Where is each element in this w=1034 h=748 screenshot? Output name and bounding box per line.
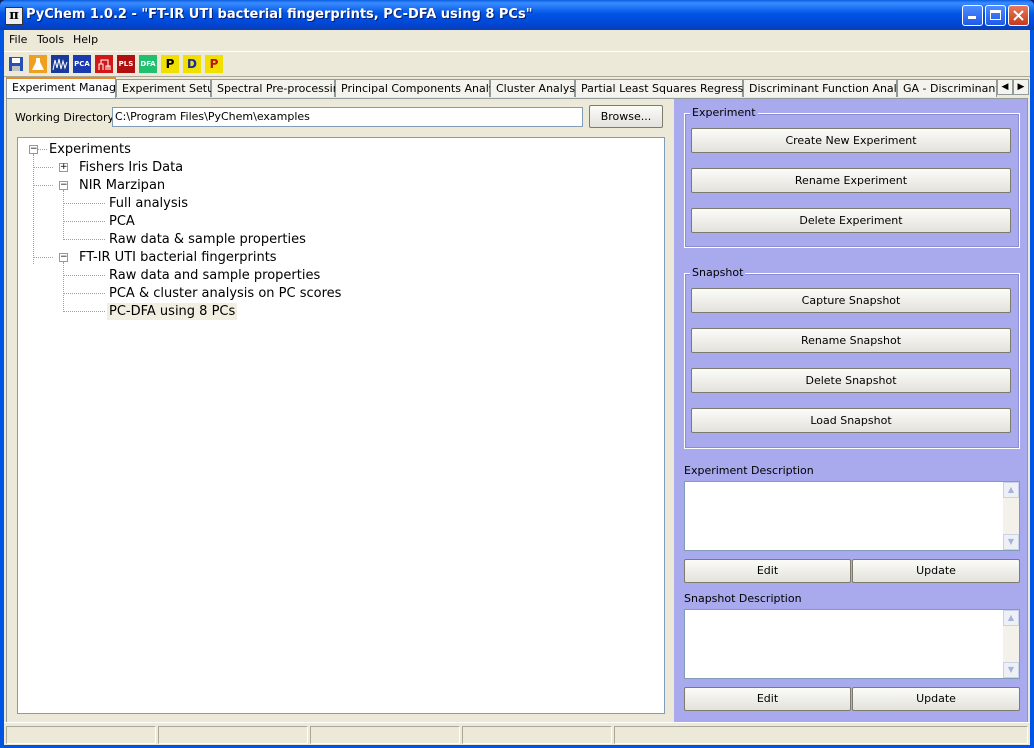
scroll-down-icon[interactable]: ▼ [1003, 662, 1019, 678]
browse-button[interactable]: Browse... [589, 105, 663, 128]
dfa-icon[interactable]: DFA [139, 55, 157, 73]
pls-icon[interactable]: PLS [117, 55, 135, 73]
close-icon [1013, 10, 1024, 21]
cluster-icon[interactable] [95, 55, 113, 73]
delete-experiment-button[interactable]: Delete Experiment [691, 208, 1011, 233]
tree-node-raw-data-ftir[interactable]: Raw data and sample properties [109, 267, 320, 284]
create-new-experiment-button[interactable]: Create New Experiment [691, 128, 1011, 153]
experiment-manager-page: Working Directory C:\Program Files\PyChe… [6, 98, 1028, 738]
tab-cluster-analysis[interactable]: Cluster Analysis [490, 79, 584, 97]
scroll-up-icon[interactable]: ▲ [1003, 482, 1019, 498]
maximize-icon [990, 10, 1001, 20]
spectra-icon[interactable] [51, 55, 69, 73]
ga-plsr-icon[interactable]: P [205, 55, 223, 73]
rename-snapshot-button[interactable]: Rename Snapshot [691, 328, 1011, 353]
status-field-4 [462, 726, 612, 744]
working-directory-field[interactable]: C:\Program Files\PyChem\examples [112, 107, 583, 127]
load-snapshot-button[interactable]: Load Snapshot [691, 408, 1011, 433]
ga-dfa-icon[interactable]: D [183, 55, 201, 73]
flask-icon[interactable] [29, 55, 47, 73]
tree-node-ftir-uti[interactable]: FT-IR UTI bacterial fingerprints [79, 249, 277, 266]
tree-node-full-analysis[interactable]: Full analysis [109, 195, 188, 212]
tab-experiment-setup[interactable]: Experiment Setup [116, 79, 221, 97]
notebook-tabs: Experiment Manager Experiment Setup Spec… [4, 77, 1030, 99]
status-field-2 [158, 726, 308, 744]
experiment-description-scrollbar[interactable]: ▲ ▼ [1003, 482, 1019, 550]
client-area: File Tools Help PCA PLS DFA P D P Experi… [4, 30, 1030, 745]
status-bar [4, 722, 1030, 745]
left-panel: Working Directory C:\Program Files\PyChe… [7, 99, 674, 737]
minimize-button[interactable] [962, 5, 983, 26]
toolbar: PCA PLS DFA P D P [4, 51, 1030, 77]
snapshot-group-title: Snapshot [690, 266, 746, 279]
tab-scroll-right-icon[interactable]: ▶ [1013, 79, 1029, 95]
delete-snapshot-button[interactable]: Delete Snapshot [691, 368, 1011, 393]
scroll-up-icon[interactable]: ▲ [1003, 610, 1019, 626]
app-window: π PyChem 1.0.2 - "FT-IR UTI bacterial fi… [0, 0, 1034, 748]
maximize-button[interactable] [985, 5, 1006, 26]
working-directory-label: Working Directory [15, 111, 115, 124]
tree-node-nir-marzipan[interactable]: NIR Marzipan [79, 177, 165, 194]
pi-app-icon: π [5, 7, 23, 25]
menu-tools[interactable]: Tools [37, 33, 64, 46]
status-field-1 [6, 726, 156, 744]
tree-node-pca[interactable]: PCA [109, 213, 135, 230]
tab-ga-discriminant[interactable]: GA - Discriminant PL [897, 79, 997, 97]
tab-spectral-preprocessing[interactable]: Spectral Pre-processing [211, 79, 347, 97]
expand-icon[interactable]: + [59, 163, 68, 172]
tree-node-pca-cluster[interactable]: PCA & cluster analysis on PC scores [109, 285, 341, 302]
title-bar[interactable]: π PyChem 1.0.2 - "FT-IR UTI bacterial fi… [0, 0, 1034, 30]
tree-root-experiments[interactable]: Experiments [49, 141, 131, 158]
tab-experiment-manager[interactable]: Experiment Manager [6, 77, 127, 98]
snapshot-update-button[interactable]: Update [852, 687, 1020, 711]
pca-icon[interactable]: PCA [73, 55, 91, 73]
status-field-5 [614, 726, 1028, 744]
collapse-icon[interactable]: − [29, 145, 38, 154]
collapse-icon[interactable]: − [59, 253, 68, 262]
tree-node-raw-data-marzipan[interactable]: Raw data & sample properties [109, 231, 306, 248]
collapse-icon[interactable]: − [59, 181, 68, 190]
minimize-icon [968, 16, 976, 19]
snapshot-edit-button[interactable]: Edit [684, 687, 851, 711]
tree-node-fishers-iris[interactable]: Fishers Iris Data [79, 159, 183, 176]
capture-snapshot-button[interactable]: Capture Snapshot [691, 288, 1011, 313]
menu-help[interactable]: Help [73, 33, 98, 46]
ga-pls-icon[interactable]: P [161, 55, 179, 73]
experiment-description-label: Experiment Description [684, 464, 814, 477]
experiment-description-textarea[interactable]: ▲ ▼ [684, 481, 1020, 551]
tab-scroll-left-icon[interactable]: ◀ [997, 79, 1013, 95]
menu-bar: File Tools Help [4, 30, 1030, 50]
close-button[interactable] [1008, 5, 1029, 26]
save-icon[interactable] [7, 55, 25, 73]
right-panel: Experiment Create New Experiment Rename … [674, 99, 1027, 737]
experiment-update-button[interactable]: Update [852, 559, 1020, 583]
rename-experiment-button[interactable]: Rename Experiment [691, 168, 1011, 193]
tree-node-pc-dfa-selected[interactable]: PC-DFA using 8 PCs [107, 303, 238, 320]
snapshot-description-label: Snapshot Description [684, 592, 802, 605]
tab-dfa[interactable]: Discriminant Function Analysis [743, 79, 918, 97]
menu-file[interactable]: File [9, 33, 27, 46]
scroll-down-icon[interactable]: ▼ [1003, 534, 1019, 550]
status-field-3 [310, 726, 460, 744]
snapshot-description-textarea[interactable]: ▲ ▼ [684, 609, 1020, 679]
tab-pca[interactable]: Principal Components Analysis [335, 79, 510, 97]
window-title: PyChem 1.0.2 - "FT-IR UTI bacterial fing… [26, 7, 533, 22]
experiment-tree[interactable]: − Experiments + Fishers Iris Data − NIR … [17, 137, 665, 714]
snapshot-description-scrollbar[interactable]: ▲ ▼ [1003, 610, 1019, 678]
experiment-edit-button[interactable]: Edit [684, 559, 851, 583]
tab-pls-regression[interactable]: Partial Least Squares Regression [575, 79, 760, 97]
experiment-group-title: Experiment [690, 106, 758, 119]
